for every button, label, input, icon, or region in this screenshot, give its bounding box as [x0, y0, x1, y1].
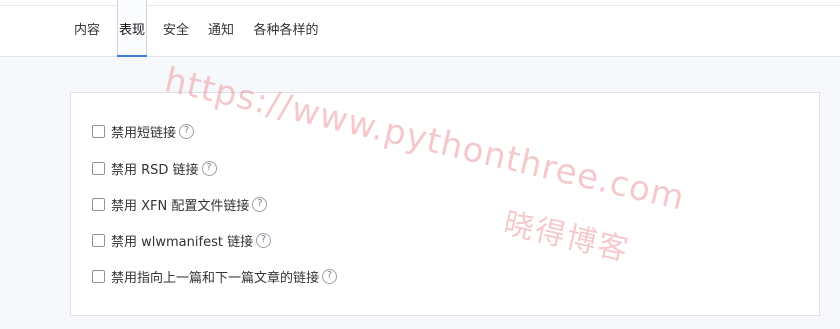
help-icon-glyph: ?	[260, 234, 267, 245]
option-label: 禁用短链接	[111, 125, 177, 141]
option-disable-xfn-link[interactable]: 禁用 XFN 配置文件链接 ?	[92, 194, 268, 214]
checkbox-disable-rsd-link[interactable]	[92, 161, 105, 175]
option-disable-adjacent-post-links[interactable]: 禁用指向上一篇和下一篇文章的链接 ?	[92, 266, 338, 286]
help-icon[interactable]: ?	[252, 196, 268, 212]
tab-appearance-label: 表现	[118, 22, 145, 38]
top-navigation-bar: 内容 表现 安全 通知 各种各样的	[0, 0, 840, 57]
tab-miscellaneous[interactable]: 各种各样的	[251, 0, 321, 56]
checkbox-disable-xfn-link[interactable]	[92, 197, 105, 211]
tab-security[interactable]: 安全	[161, 0, 191, 56]
tab-content-label: 内容	[73, 22, 100, 38]
help-icon-glyph: ?	[326, 270, 333, 281]
tab-appearance[interactable]: 表现	[117, 0, 147, 57]
help-icon-glyph: ?	[183, 125, 190, 136]
option-label: 禁用 RSD 链接	[111, 162, 199, 178]
checkbox-disable-adjacent-post-links[interactable]	[92, 269, 105, 283]
tab-content[interactable]: 内容	[71, 0, 103, 56]
help-icon-glyph: ?	[206, 162, 212, 173]
tab-notifications-label: 通知	[207, 22, 234, 38]
help-icon-glyph: ?	[257, 198, 263, 209]
option-label: 禁用 wlwmanifest 链接	[111, 234, 254, 250]
tab-miscellaneous-label: 各种各样的	[253, 22, 319, 38]
help-icon[interactable]: ?	[256, 232, 272, 248]
checkbox-disable-shortlinks[interactable]	[92, 124, 105, 138]
settings-panel: 禁用短链接 ? 禁用 RSD 链接 ? 禁用 XFN 配置文件链接 ? 禁用 w…	[70, 92, 820, 316]
tab-security-label: 安全	[162, 22, 189, 38]
checkbox-disable-wlwmanifest-link[interactable]	[92, 233, 105, 247]
option-disable-shortlinks[interactable]: 禁用短链接 ?	[92, 121, 195, 141]
option-label: 禁用指向上一篇和下一篇文章的链接	[111, 270, 320, 286]
help-icon[interactable]: ?	[201, 160, 217, 176]
option-label: 禁用 XFN 配置文件链接	[111, 198, 250, 214]
option-disable-rsd-link[interactable]: 禁用 RSD 链接 ?	[92, 158, 217, 178]
settings-tabs: 内容 表现 安全 通知 各种各样的	[71, 0, 321, 57]
help-icon[interactable]: ?	[179, 123, 195, 139]
help-icon[interactable]: ?	[322, 268, 338, 284]
option-disable-wlwmanifest-link[interactable]: 禁用 wlwmanifest 链接 ?	[92, 230, 272, 250]
tab-notifications[interactable]: 通知	[205, 0, 237, 56]
